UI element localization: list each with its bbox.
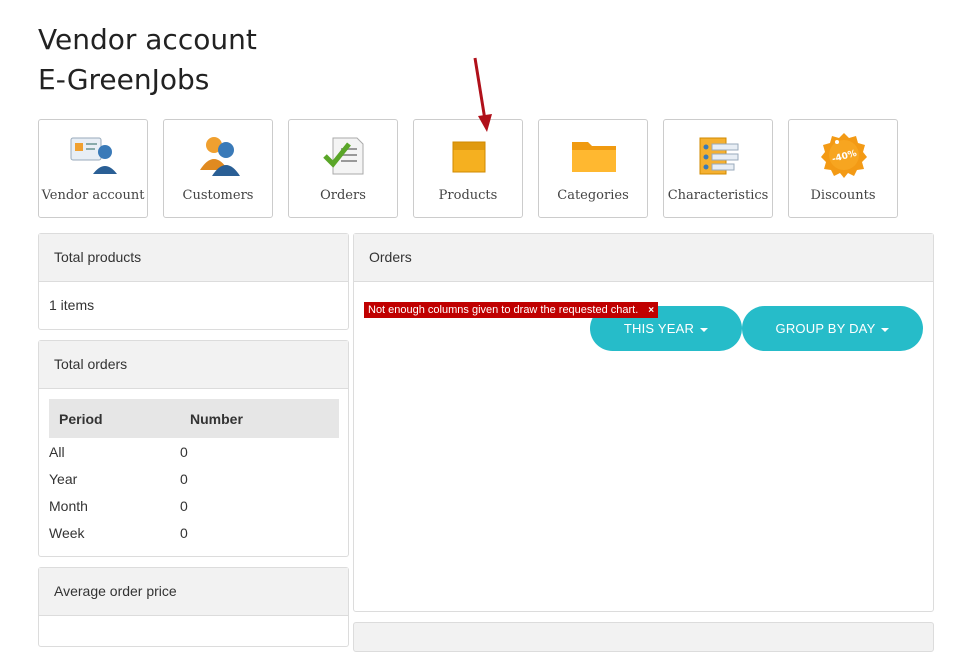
page-title: Vendor account E-GreenJobs (38, 20, 257, 100)
total-orders-header: Total orders (39, 341, 348, 389)
group-by-dropdown-label: GROUP BY DAY (775, 321, 876, 336)
tile-label: Customers (182, 188, 254, 203)
page-title-line2: E-GreenJobs (38, 63, 210, 96)
table-header-row: Period Number (49, 399, 339, 438)
period-cell: Week (49, 524, 85, 541)
tile-label: Orders (320, 188, 366, 203)
number-cell: 0 (180, 497, 188, 514)
total-products-value: 1 items (49, 297, 95, 313)
table-row: All 0 (49, 438, 339, 465)
period-cell: All (49, 443, 65, 460)
orders-checklist-icon (323, 137, 364, 175)
folder-icon (572, 142, 616, 172)
page-title-line1: Vendor account (38, 23, 257, 56)
number-cell: 0 (180, 524, 188, 541)
close-icon[interactable]: × (648, 303, 654, 319)
total-orders-panel: Total orders Period Number All 0 Year 0 … (38, 340, 349, 557)
tile-customers[interactable]: Customers (163, 119, 273, 218)
total-products-panel: Total products 1 items (38, 233, 349, 330)
column-header-period: Period (49, 399, 180, 438)
vendor-card-icon (70, 137, 117, 174)
next-panel-header (353, 622, 934, 652)
tile-orders[interactable]: Orders (288, 119, 398, 218)
table-row: Year 0 (49, 465, 339, 492)
total-products-header: Total products (39, 234, 348, 282)
chevron-down-icon (881, 327, 890, 332)
customers-icon (200, 137, 240, 176)
average-order-price-header: Average order price (39, 568, 348, 616)
tile-discounts[interactable]: -40% Discounts (788, 119, 898, 218)
discount-badge-icon: -40% (821, 133, 867, 178)
tile-label: Products (438, 188, 498, 203)
tile-characteristics[interactable]: Characteristics (663, 119, 773, 218)
chevron-down-icon (700, 327, 709, 332)
tile-label: Discounts (810, 188, 876, 203)
annotation-arrow (473, 57, 492, 132)
period-cell: Month (49, 497, 88, 514)
tile-label: Characteristics (667, 188, 769, 203)
period-dropdown-label: THIS YEAR (623, 321, 695, 336)
table-row: Month 0 (49, 492, 339, 519)
tile-vendor-account[interactable]: Vendor account (38, 119, 148, 218)
tile-categories[interactable]: Categories (538, 119, 648, 218)
tile-label: Categories (557, 188, 629, 203)
group-by-dropdown-button[interactable]: GROUP BY DAY (742, 306, 923, 351)
average-order-price-panel: Average order price (38, 567, 349, 647)
total-orders-table: Period Number All 0 Year 0 Month 0 Week … (49, 399, 339, 546)
column-header-number: Number (180, 399, 339, 438)
table-row: Week 0 (49, 519, 339, 546)
number-cell: 0 (180, 443, 188, 460)
chart-error-text: Not enough columns given to draw the req… (368, 304, 639, 316)
number-cell: 0 (180, 470, 188, 487)
orders-header: Orders (354, 234, 933, 282)
tile-label: Vendor account (41, 188, 145, 203)
orders-panel: Orders THIS YEAR GROUP BY DAY Not enough… (353, 233, 934, 612)
period-cell: Year (49, 470, 78, 487)
characteristics-icon (699, 137, 739, 175)
chart-error-message: Not enough columns given to draw the req… (364, 302, 659, 319)
product-box-icon (452, 141, 486, 173)
